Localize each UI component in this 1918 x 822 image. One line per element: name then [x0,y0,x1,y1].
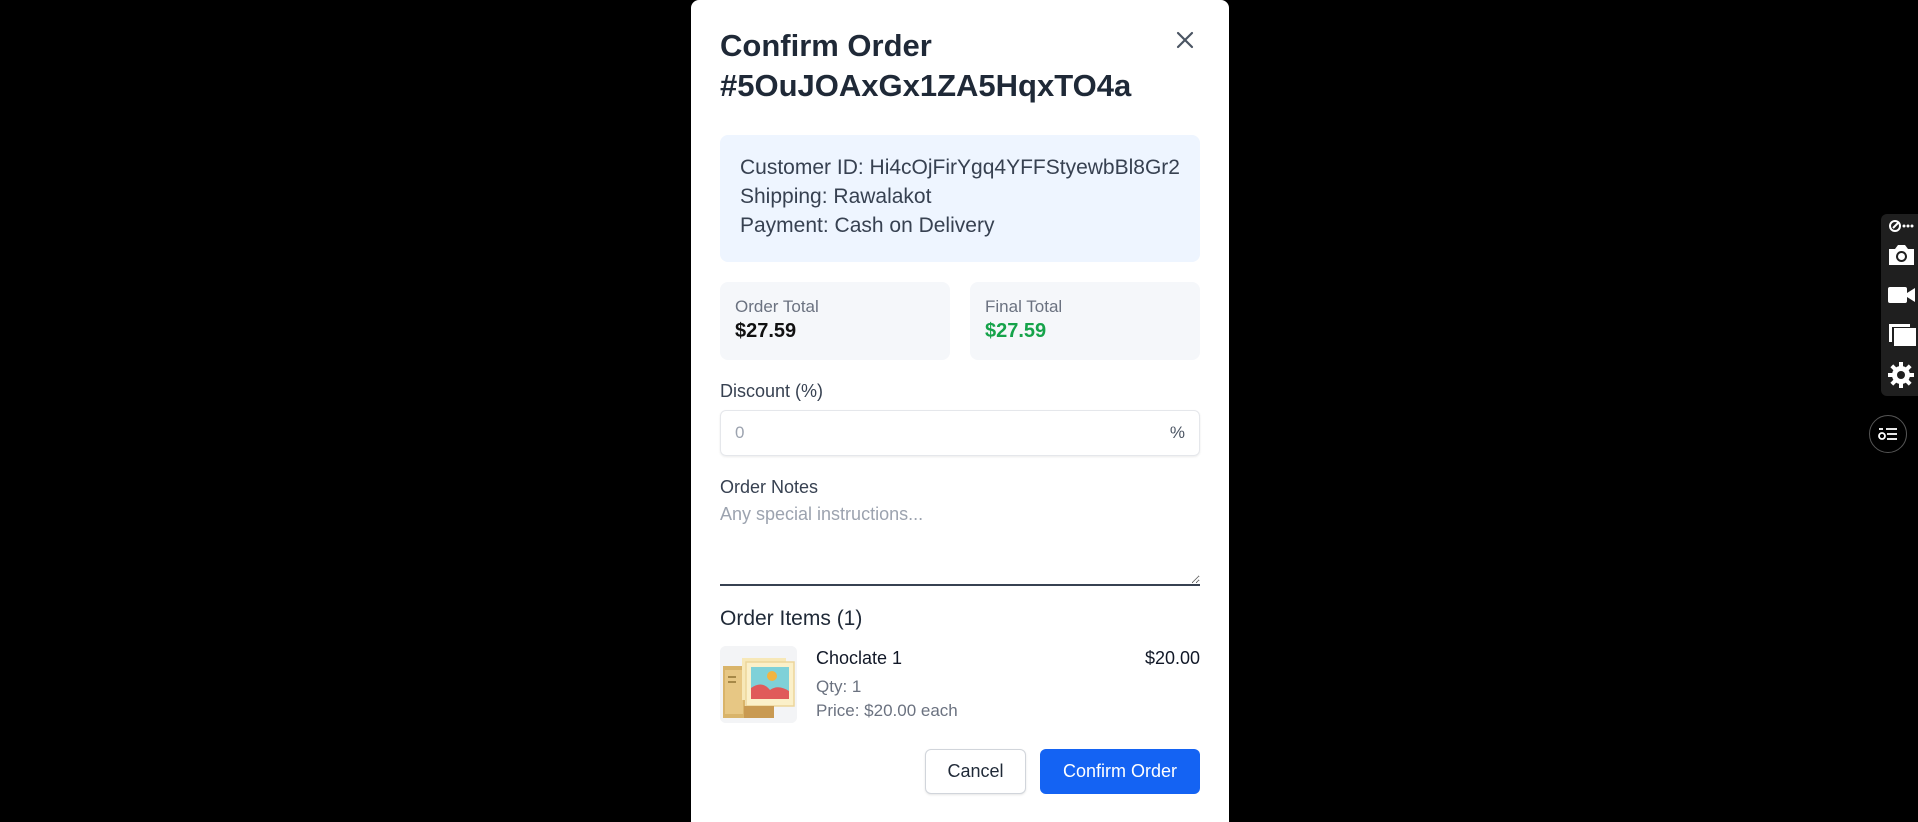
order-notes-label: Order Notes [720,477,819,497]
close-icon [1176,31,1194,49]
order-items-title: Order Items (1) [720,607,863,630]
image-placeholder-icon [720,646,797,723]
discount-field: % [720,410,1200,456]
extension-menu-icon[interactable] [1885,216,1917,236]
confirm-order-button[interactable]: Confirm Order [1040,749,1200,794]
cancel-button[interactable]: Cancel [925,749,1026,794]
confirm-order-modal: Confirm Order #5OuJOAxGx1ZA5HqxTO4a Cust… [691,0,1229,822]
order-notes-textarea[interactable] [720,504,1200,586]
shipping-city: Shipping: Rawalakot [740,185,932,208]
screen-capture-toolbar [1881,214,1918,396]
order-info-box: Customer ID: Hi4cOjFirYgq4YFFStyewbBl8Gr… [720,135,1200,262]
item-details: Choclate 1 Qty: 1 Price: $20.00 each [816,646,1200,723]
item-line-total: $20.00 [1144,648,1200,668]
task-list-button[interactable] [1869,415,1907,453]
item-name: Choclate 1 [816,648,903,668]
payment-method: Payment: Cash on Delivery [740,214,995,237]
windows-icon[interactable] [1885,320,1917,350]
order-total-label: Order Total [735,297,819,316]
discount-label: Discount (%) [720,381,824,401]
product-thumbnail [720,646,797,723]
task-list-icon [1878,428,1897,440]
final-total-value: $27.59 [985,320,1047,342]
order-item: Choclate 1 Qty: 1 Price: $20.00 each $20… [720,646,1200,723]
order-total-card: Order Total $27.59 [720,282,950,360]
order-total-value: $27.59 [735,320,797,342]
totals-row: Order Total $27.59 Final Total $27.59 [720,282,1200,360]
modal-title: Confirm Order #5OuJOAxGx1ZA5HqxTO4a [720,28,1132,103]
gear-icon[interactable] [1885,360,1917,390]
final-total-label: Final Total [985,297,1063,316]
discount-input[interactable] [721,411,1199,455]
item-quantity: Qty: 1 [816,677,862,696]
camera-icon[interactable] [1885,240,1917,270]
item-unit-price: Price: $20.00 each [816,701,958,720]
modal-actions: Cancel Confirm Order [720,749,1200,794]
final-total-card: Final Total $27.59 [970,282,1200,360]
customer-id: Customer ID: Hi4cOjFirYgq4YFFStyewbBl8Gr… [740,156,1180,179]
percent-suffix: % [1169,423,1185,442]
video-icon[interactable] [1885,280,1917,310]
close-button[interactable] [1171,26,1199,54]
